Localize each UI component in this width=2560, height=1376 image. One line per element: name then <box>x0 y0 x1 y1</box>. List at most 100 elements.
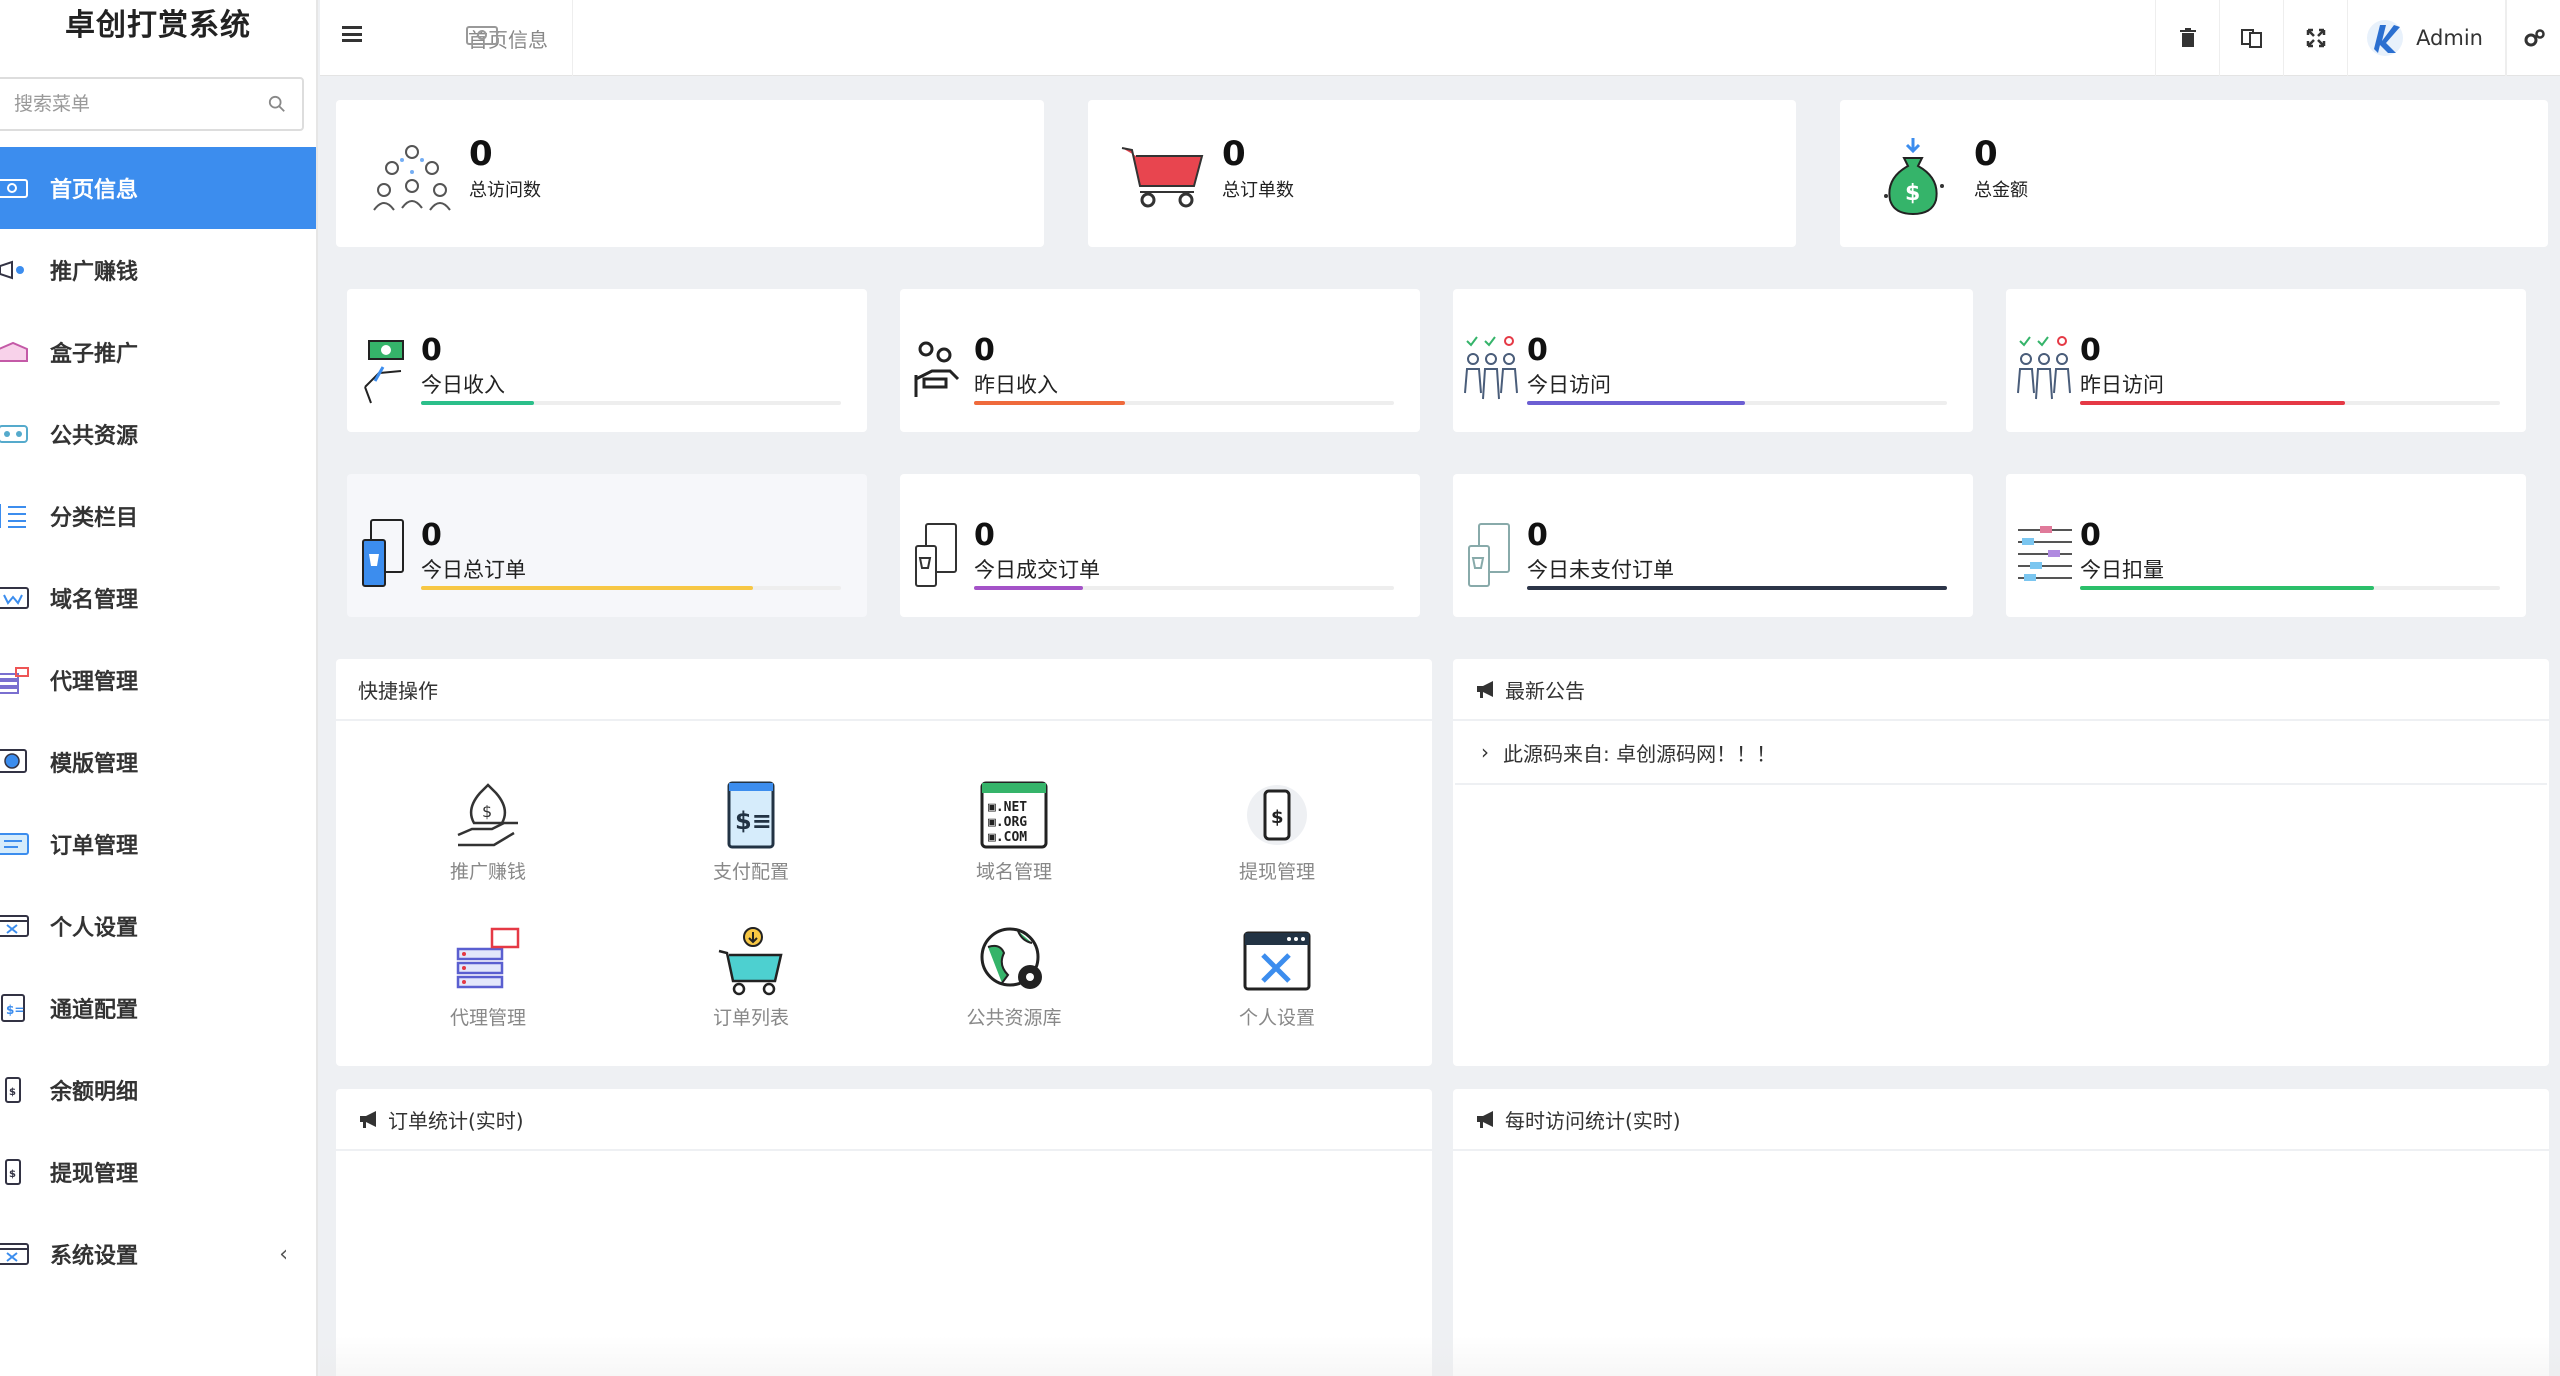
money-bag-icon: $ <box>1884 138 1944 216</box>
receipt-cart-icon <box>915 523 957 587</box>
sidebar-item-box-promote[interactable]: 盒子推广 <box>0 311 316 393</box>
stat-value: 0 <box>421 518 442 553</box>
stat-value: 0 <box>469 134 493 174</box>
expand-arrow-icon[interactable]: ‹ <box>279 1242 288 1267</box>
network-icon <box>0 417 30 451</box>
sidebar-item-label: 系统设置 <box>50 1244 139 1269</box>
translate-button[interactable] <box>2219 0 2283 76</box>
menu-toggle-icon[interactable] <box>340 22 364 46</box>
sidebar-item-withdraw[interactable]: $ 提现管理 <box>0 1131 316 1213</box>
phone-dollar-icon: $ <box>0 1155 30 1189</box>
quick-item-withdraw[interactable]: $ 提现管理 <box>1177 779 1377 884</box>
window-tools-icon <box>0 909 30 943</box>
progress-fill <box>1527 586 1947 590</box>
progress-fill <box>2080 401 2345 405</box>
gears-icon <box>2524 29 2545 47</box>
sidebar-item-system[interactable]: 系统设置 ‹ <box>0 1213 316 1295</box>
stat-label: 昨日访问 <box>2080 373 2164 397</box>
announcement-panel: 最新公告 › 此源码来自: 卓创源码网！！！ <box>1453 659 2549 1066</box>
total-orders-card: 0 总订单数 <box>1088 100 1796 247</box>
panel-header: 最新公告 <box>1453 659 2549 721</box>
progress-fill <box>421 401 535 405</box>
stat-value: 0 <box>1527 333 1548 368</box>
cart-icon <box>718 927 783 996</box>
quick-item-order-list[interactable]: 订单列表 <box>651 925 851 1030</box>
server-icon <box>0 663 30 697</box>
quick-item-label: 域名管理 <box>975 861 1052 883</box>
stat-label: 今日收入 <box>421 373 505 397</box>
window-tools-icon <box>0 1237 30 1271</box>
sidebar-item-channel[interactable]: $= 通道配置 <box>0 967 316 1049</box>
fullscreen-icon <box>2306 28 2325 48</box>
sidebar-item-template[interactable]: 模版管理 <box>0 721 316 803</box>
quick-item-promote[interactable]: $ 推广赚钱 <box>388 779 588 884</box>
stat-label: 总访问数 <box>469 180 541 201</box>
search-icon[interactable] <box>268 95 286 113</box>
menu-search[interactable] <box>0 77 304 131</box>
clear-cache-button[interactable] <box>2155 0 2219 76</box>
progress-fill <box>974 586 1084 590</box>
quick-item-label: 推广赚钱 <box>449 861 526 883</box>
fullscreen-button[interactable] <box>2283 0 2347 76</box>
sidebar-item-balance[interactable]: $ 余额明细 <box>0 1049 316 1131</box>
chevron-right-icon: › <box>1481 740 1489 764</box>
quick-item-agent[interactable]: 代理管理 <box>388 925 588 1030</box>
visit-stats-panel: 每时访问统计(实时) <box>1453 1089 2549 1376</box>
progress-fill <box>2080 586 2374 590</box>
progress-fill <box>974 401 1126 405</box>
sidebar-item-home[interactable]: 首页信息 <box>0 147 316 229</box>
quick-item-payment[interactable]: $≡ 支付配置 <box>651 779 851 884</box>
order-icon <box>0 827 30 861</box>
sidebar-item-label: 分类栏目 <box>50 506 139 531</box>
tab-home[interactable]: 首页信息 <box>380 0 573 76</box>
sidebar: 卓创打赏系统 首页信息 推广赚钱 盒子推广 公共资源 分类栏目 域名管理 <box>0 0 318 1376</box>
sidebar-item-agent[interactable]: 代理管理 <box>0 639 316 721</box>
stat-label: 今日总订单 <box>421 558 526 582</box>
top-bar: 首页信息 Admin <box>320 0 2560 76</box>
stat-label: 今日未支付订单 <box>1527 558 1674 582</box>
sidebar-item-orders[interactable]: 订单管理 <box>0 803 316 885</box>
panel-title: 最新公告 <box>1505 678 1585 703</box>
receipt-cart-icon <box>1468 523 1510 587</box>
avatar <box>2367 20 2404 56</box>
stat-label: 昨日收入 <box>974 373 1058 397</box>
quick-item-label: 公共资源库 <box>966 1007 1062 1029</box>
quick-item-domain[interactable]: ▣.NET ▣.ORG ▣.COM 域名管理 <box>914 779 1114 884</box>
phone-dollar-icon: $ <box>1247 785 1307 845</box>
stat-value: 0 <box>1222 134 1246 174</box>
sidebar-item-label: 提现管理 <box>50 1162 139 1187</box>
order-stats-panel: 订单统计(实时) <box>336 1089 1432 1376</box>
globe-gear-icon <box>980 927 1042 989</box>
panel-title: 每时访问统计(实时) <box>1505 1108 1681 1133</box>
sidebar-item-promote[interactable]: 推广赚钱 <box>0 229 316 311</box>
quick-item-label: 提现管理 <box>1238 861 1315 883</box>
today-total-orders-card: 0 今日总订单 <box>347 474 867 617</box>
settings-button[interactable] <box>2506 0 2560 76</box>
quick-item-public-resources[interactable]: 公共资源库 <box>914 925 1114 1030</box>
user-menu[interactable]: Admin <box>2347 0 2506 76</box>
svg-text:$=: $= <box>6 1003 24 1017</box>
search-input[interactable] <box>14 93 268 115</box>
today-unpaid-orders-card: 0 今日未支付订单 <box>1453 474 1973 617</box>
today-income-card: 0 今日收入 <box>347 289 867 432</box>
svg-text:$: $ <box>9 1169 16 1180</box>
svg-text:$≡: $≡ <box>735 807 772 835</box>
sidebar-item-label: 模版管理 <box>50 752 139 777</box>
box-icon <box>0 335 30 369</box>
progress-bar <box>974 401 1394 405</box>
phone-dollar-icon: $ <box>0 1073 30 1107</box>
sidebar-item-public-resources[interactable]: 公共资源 <box>0 393 316 475</box>
sidebar-item-profile[interactable]: 个人设置 <box>0 885 316 967</box>
sidebar-item-domain[interactable]: 域名管理 <box>0 557 316 639</box>
progress-bar <box>974 586 1394 590</box>
quick-item-label: 个人设置 <box>1238 1007 1315 1029</box>
announcement-item[interactable]: › 此源码来自: 卓创源码网！！！ <box>1455 721 2547 785</box>
stat-label: 今日成交订单 <box>974 558 1100 582</box>
stat-label: 总金额 <box>1974 180 2028 201</box>
progress-bar <box>1527 586 1947 590</box>
yesterday-income-card: 0 昨日收入 <box>900 289 1420 432</box>
quick-item-profile[interactable]: 个人设置 <box>1177 925 1377 1030</box>
html-globe-icon <box>0 745 30 779</box>
cash-hand-icon <box>364 340 404 404</box>
sidebar-item-category[interactable]: 分类栏目 <box>0 475 316 557</box>
